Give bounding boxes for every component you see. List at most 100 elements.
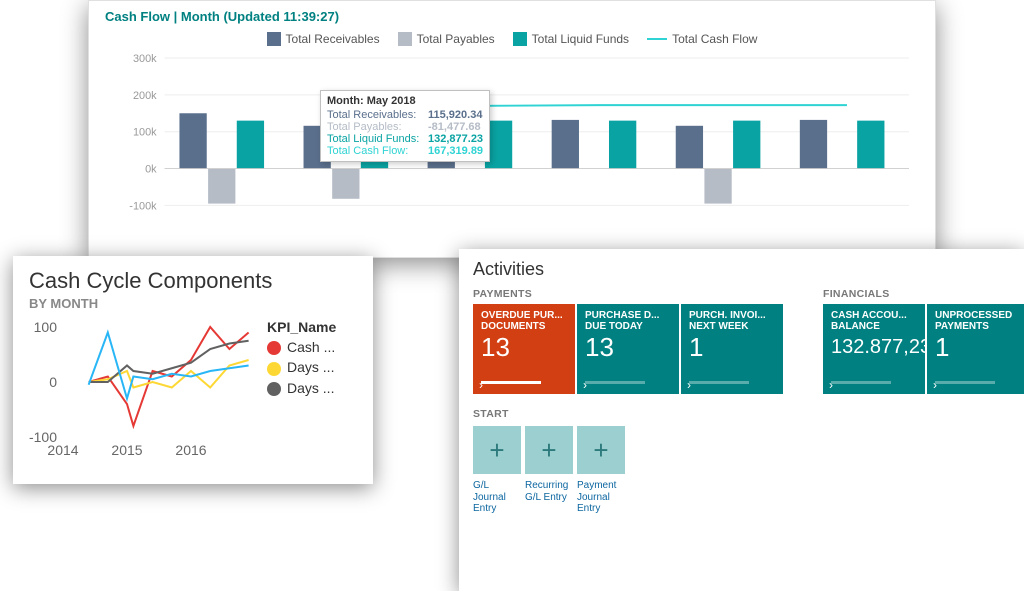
activity-tile[interactable]: UNPROCESSED PAYMENTS 1 › bbox=[927, 304, 1024, 394]
tooltip-row-label: Total Cash Flow: bbox=[327, 145, 422, 157]
plus-icon: + bbox=[541, 435, 556, 466]
tooltip-row-label: Total Payables: bbox=[327, 121, 422, 133]
tooltip-row-value: 132,877.23 bbox=[428, 133, 483, 145]
legend-label: Total Cash Flow bbox=[672, 32, 757, 46]
cycle-title: Cash Cycle Components bbox=[29, 268, 357, 294]
tooltip-row-value: 167,319.89 bbox=[428, 145, 483, 157]
tile-bar bbox=[481, 381, 541, 384]
legend-payables[interactable]: Total Payables bbox=[398, 32, 495, 46]
activities-title: Activities bbox=[473, 259, 1010, 280]
svg-text:100: 100 bbox=[34, 319, 58, 335]
legend-label: Total Payables bbox=[417, 32, 495, 46]
svg-text:100k: 100k bbox=[133, 127, 157, 139]
tooltip-row: Total Payables: -81,477.68 bbox=[327, 121, 483, 133]
payments-section: PAYMENTS OVERDUE PUR... DOCUMENTS 13 ›PU… bbox=[473, 280, 783, 394]
svg-text:300k: 300k bbox=[133, 53, 157, 65]
cycle-legend-item[interactable]: Days ... bbox=[267, 359, 336, 375]
financials-label: FINANCIALS bbox=[823, 288, 1024, 300]
legend-text: Cash ... bbox=[287, 339, 335, 355]
start-label: START bbox=[473, 408, 1010, 420]
activities-panel: Activities PAYMENTS OVERDUE PUR... DOCUM… bbox=[459, 249, 1024, 591]
cycle-legend-item[interactable]: Days ... bbox=[267, 380, 336, 396]
swatch-payables bbox=[398, 32, 412, 46]
activity-tile[interactable]: PURCHASE D... DUE TODAY 13 › bbox=[577, 304, 679, 394]
start-action-button[interactable]: + bbox=[473, 426, 521, 474]
legend-liquid[interactable]: Total Liquid Funds bbox=[513, 32, 629, 46]
chart-tooltip: Month: May 2018 Total Receivables: 115,92… bbox=[320, 90, 490, 162]
tile-bar bbox=[935, 381, 995, 384]
cashflow-chart-svg: 300k 200k 100k 0k -100k bbox=[105, 52, 919, 231]
start-action-label[interactable]: Payment Journal Entry bbox=[577, 480, 625, 515]
tooltip-row: Total Receivables: 115,920.34 bbox=[327, 109, 483, 121]
tile-label: OVERDUE PUR... DOCUMENTS bbox=[481, 310, 567, 332]
activity-tile[interactable]: CASH ACCOU... BALANCE 132.877,23 › bbox=[823, 304, 925, 394]
swatch-receivables bbox=[267, 32, 281, 46]
payments-label: PAYMENTS bbox=[473, 288, 783, 300]
cycle-chart-svg[interactable]: 1000-100201420152016 bbox=[29, 319, 259, 459]
svg-text:2015: 2015 bbox=[111, 442, 142, 458]
chevron-right-icon: › bbox=[933, 378, 937, 392]
financials-tiles: CASH ACCOU... BALANCE 132.877,23 ›UNPROC… bbox=[823, 304, 1024, 394]
start-action-button[interactable]: + bbox=[577, 426, 625, 474]
activity-tile[interactable]: PURCH. INVOI... NEXT WEEK 1 › bbox=[681, 304, 783, 394]
chevron-right-icon: › bbox=[687, 378, 691, 392]
kpi-header: KPI_Name bbox=[267, 319, 336, 335]
cycle-legend-item[interactable]: Cash ... bbox=[267, 339, 336, 355]
tile-value: 13 bbox=[585, 332, 671, 363]
svg-text:2014: 2014 bbox=[47, 442, 78, 458]
tile-value: 1 bbox=[935, 332, 1021, 363]
svg-text:-100k: -100k bbox=[129, 200, 157, 212]
start-tiles: + + + bbox=[473, 426, 1010, 474]
start-labels: G/L Journal EntryRecurring G/L EntryPaym… bbox=[473, 480, 1010, 515]
legend-receivables[interactable]: Total Receivables bbox=[267, 32, 380, 46]
cashflow-chart-panel: Cash Flow | Month (Updated 11:39:27) Tot… bbox=[88, 0, 936, 258]
svg-text:200k: 200k bbox=[133, 90, 157, 102]
tile-bar bbox=[831, 381, 891, 384]
cash-cycle-panel: Cash Cycle Components BY MONTH 1000-1002… bbox=[13, 256, 373, 484]
tile-value: 1 bbox=[689, 332, 775, 363]
tile-bar bbox=[585, 381, 645, 384]
svg-text:0: 0 bbox=[49, 374, 57, 390]
tooltip-row: Total Liquid Funds: 132,877.23 bbox=[327, 133, 483, 145]
swatch-liquid bbox=[513, 32, 527, 46]
plus-icon: + bbox=[593, 435, 608, 466]
svg-text:2016: 2016 bbox=[175, 442, 206, 458]
tooltip-row: Total Cash Flow: 167,319.89 bbox=[327, 145, 483, 157]
legend-text: Days ... bbox=[287, 359, 334, 375]
tooltip-row-value: -81,477.68 bbox=[428, 121, 481, 133]
tile-label: PURCHASE D... DUE TODAY bbox=[585, 310, 671, 332]
tile-value: 13 bbox=[481, 332, 567, 363]
tooltip-row-label: Total Receivables: bbox=[327, 109, 422, 121]
tile-bar bbox=[689, 381, 749, 384]
activity-tile[interactable]: OVERDUE PUR... DOCUMENTS 13 › bbox=[473, 304, 575, 394]
tile-label: CASH ACCOU... BALANCE bbox=[831, 310, 917, 332]
tile-value: 132.877,23 bbox=[831, 336, 917, 359]
financials-section: FINANCIALS CASH ACCOU... BALANCE 132.877… bbox=[823, 280, 1024, 394]
legend-text: Days ... bbox=[287, 380, 334, 396]
legend-cashflow[interactable]: Total Cash Flow bbox=[647, 32, 757, 46]
tooltip-row-value: 115,920.34 bbox=[428, 109, 482, 121]
start-action-label[interactable]: Recurring G/L Entry bbox=[525, 480, 573, 515]
swatch-cashflow-line bbox=[647, 38, 667, 40]
plus-icon: + bbox=[489, 435, 504, 466]
cashflow-title: Cash Flow | Month (Updated 11:39:27) bbox=[105, 9, 919, 24]
tooltip-month: May 2018 bbox=[367, 95, 416, 107]
tooltip-row-label: Total Liquid Funds: bbox=[327, 133, 422, 145]
chevron-right-icon: › bbox=[479, 378, 483, 392]
legend-dot bbox=[267, 382, 281, 396]
legend-dot bbox=[267, 362, 281, 376]
svg-text:0k: 0k bbox=[145, 164, 157, 176]
legend-dot bbox=[267, 341, 281, 355]
start-action-label[interactable]: G/L Journal Entry bbox=[473, 480, 521, 515]
tile-label: PURCH. INVOI... NEXT WEEK bbox=[689, 310, 775, 332]
tile-label: UNPROCESSED PAYMENTS bbox=[935, 310, 1021, 332]
cycle-subtitle: BY MONTH bbox=[29, 296, 357, 311]
chevron-right-icon: › bbox=[829, 378, 833, 392]
tooltip-month-label: Month: bbox=[327, 95, 364, 107]
chevron-right-icon: › bbox=[583, 378, 587, 392]
start-action-button[interactable]: + bbox=[525, 426, 573, 474]
cycle-legend: KPI_Name Cash ... Days ... Days ... bbox=[259, 319, 336, 459]
cashflow-legend: Total Receivables Total Payables Total L… bbox=[105, 32, 919, 46]
legend-label: Total Liquid Funds bbox=[532, 32, 629, 46]
cashflow-chart-area[interactable]: 300k 200k 100k 0k -100k Month: May 2018 Tota… bbox=[105, 52, 919, 232]
